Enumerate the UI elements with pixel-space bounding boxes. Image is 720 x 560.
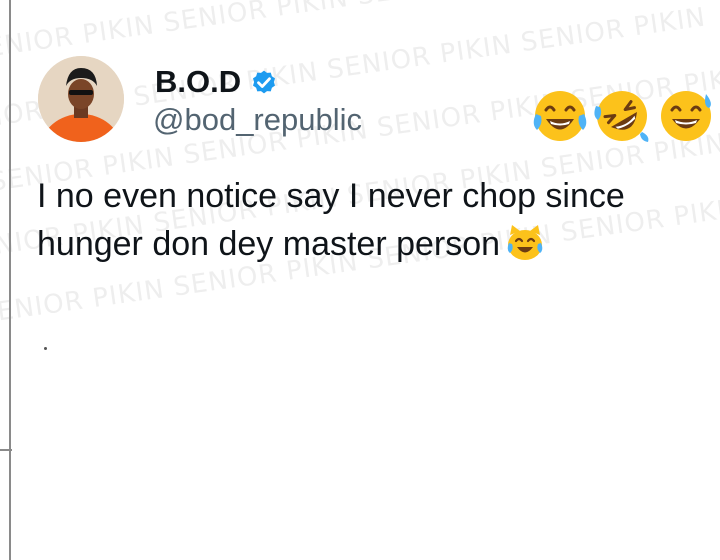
tweet-text-line-with-emoji: hunger don dey master person: [37, 220, 720, 268]
tears-of-joy-emoji-icon: [533, 91, 587, 141]
grinning-sweat-emoji-icon: [661, 91, 711, 141]
username-handle[interactable]: @bod_republic: [153, 104, 362, 135]
tweet-card: B.O.D @bod_republic I no even notice say…: [0, 0, 720, 560]
tweet-text-line: I no even notice say I never chop since: [37, 177, 625, 215]
header-emoji-row: [530, 88, 714, 144]
display-name[interactable]: B.O.D: [155, 66, 241, 97]
rolling-on-floor-laughing-emoji-icon: [594, 91, 649, 142]
cat-tears-of-joy-emoji-icon: [507, 225, 543, 260]
avatar-image: [38, 56, 124, 142]
verified-badge-icon: [253, 70, 276, 93]
tweet-text: I no even notice say I never chop since …: [37, 172, 720, 268]
tweet-text-line: hunger don dey master person: [37, 225, 501, 263]
author-name-row: B.O.D: [155, 66, 279, 97]
screenshot-page: SENIOR PIKIN SENIOR PIKIN SENIOR PIKIN S…: [0, 0, 720, 560]
avatar[interactable]: [38, 56, 124, 142]
stray-mark: [44, 347, 47, 350]
